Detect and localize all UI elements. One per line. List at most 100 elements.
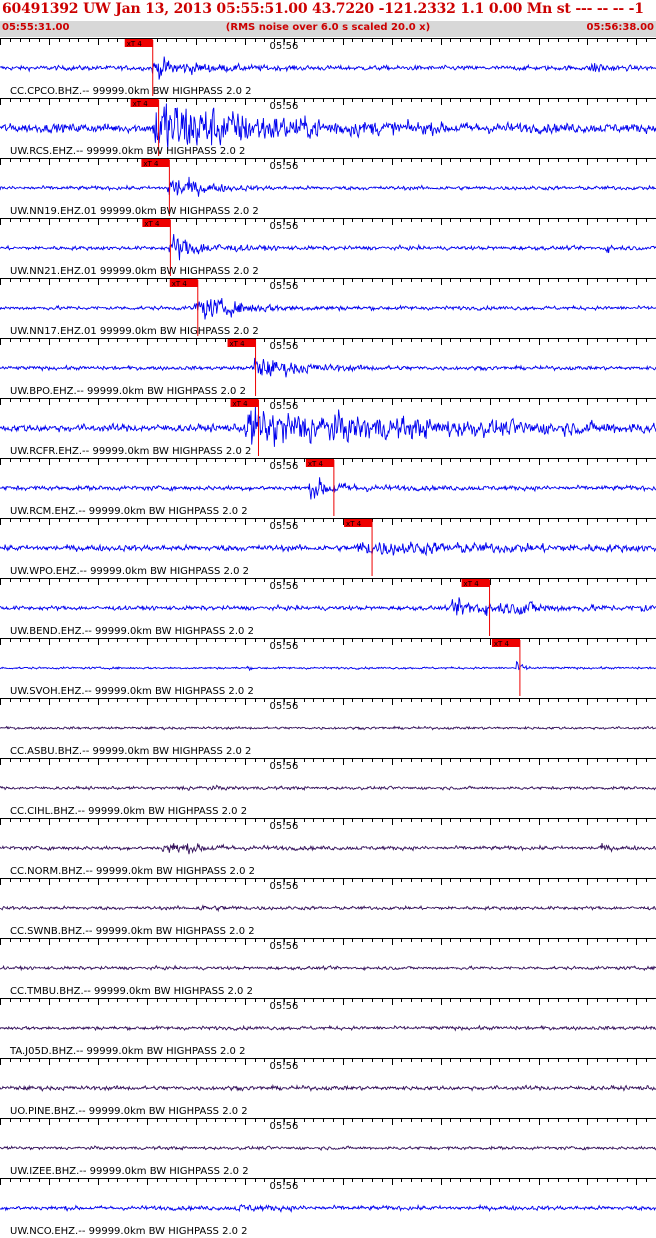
station-label: UO.PINE.BHZ.-- 99999.0km BW HIGHPASS 2.0…	[10, 1106, 248, 1117]
trace-row: 05:56 xT 4 UW.RCFR.EHZ.-- 99999.0km BW HIG…	[0, 398, 656, 457]
station-label: UW.WPO.EHZ.-- 99999.0km BW HIGHPASS 2.0 …	[10, 566, 249, 577]
waveform-trace	[0, 477, 656, 500]
minute-tick-label: 05:56	[270, 1001, 299, 1012]
station-label: UW.SVOH.EHZ.-- 99999.0km BW HIGHPASS 2.0…	[10, 686, 254, 697]
event-title: 60491392 UW Jan 13, 2013 05:55:51.00 43.…	[2, 1, 644, 17]
minute-tick-label: 05:56	[270, 101, 299, 112]
station-label: CC.NORM.BHZ.-- 99999.0km BW HIGHPASS 2.0…	[10, 866, 255, 877]
trace-row: 05:56 xT 4 UW.NN21.EHZ.01 99999.0km BW HIG…	[0, 218, 656, 277]
trace-row: 05:56 CC.ASBU.BHZ.-- 99999.0km BW HIGHPAS…	[0, 698, 656, 757]
minute-tick-label: 05:56	[270, 641, 299, 652]
station-label: TA.J05D.BHZ.-- 99999.0km BW HIGHPASS 2.0…	[9, 1046, 245, 1057]
waveform-trace	[0, 660, 656, 672]
minute-tick-label: 05:56	[270, 821, 299, 832]
station-label: UW.RCFR.EHZ.-- 99999.0km BW HIGHPASS 2.0…	[10, 446, 251, 457]
time-bar: (RMS noise over 6.0 s scaled 20.0 x) 05:…	[0, 21, 656, 37]
pick-marker-label: xT 4	[232, 400, 248, 408]
pick-marker-label: xT 4	[127, 40, 143, 48]
trace-row: 05:56 UW.IZEE.BHZ.-- 99999.0km BW HIGHPAS…	[0, 1118, 656, 1177]
station-label: UW.NN21.EHZ.01 99999.0km BW HIGHPASS 2.0…	[10, 266, 259, 277]
scaling-note: (RMS noise over 6.0 s scaled 20.0 x)	[225, 22, 431, 33]
minute-tick-label: 05:56	[270, 521, 299, 532]
minute-tick-label: 05:56	[270, 41, 299, 52]
station-label: UW.RCM.EHZ.-- 99999.0km BW HIGHPASS 2.0 …	[10, 506, 248, 517]
pick-marker-label: xT 4	[230, 340, 246, 348]
station-label: CC.SWNB.BHZ.-- 99999.0km BW HIGHPASS 2.0…	[10, 926, 255, 937]
station-label: UW.BPO.EHZ.-- 99999.0km BW HIGHPASS 2.0 …	[10, 386, 246, 397]
trace-row: 05:56 UW.NCO.EHZ.-- 99999.0km BW HIGHPASS…	[0, 1178, 656, 1237]
minute-tick-label: 05:56	[270, 881, 299, 892]
pick-marker-label: xT 4	[172, 280, 188, 288]
minute-tick-label: 05:56	[270, 281, 299, 292]
pick-marker-label: xT 4	[144, 220, 160, 228]
minute-tick-label: 05:56	[270, 1121, 299, 1132]
minute-tick-label: 05:56	[270, 1181, 299, 1192]
minute-tick-label: 05:56	[270, 581, 299, 592]
trace-row: 05:56 xT 4 UW.BEND.EHZ.-- 99999.0km BW HIG…	[0, 578, 656, 637]
trace-row: 05:56 UO.PINE.BHZ.-- 99999.0km BW HIGHPAS…	[0, 1058, 656, 1117]
event-header: 60491392 UW Jan 13, 2013 05:55:51.00 43.…	[0, 0, 656, 20]
station-label: UW.NCO.EHZ.-- 99999.0km BW HIGHPASS 2.0 …	[10, 1226, 248, 1237]
pick-marker-label: xT 4	[494, 640, 510, 648]
trace-row: 05:56 xT 4 UW.SVOH.EHZ.-- 99999.0km BW HIG…	[0, 638, 656, 697]
start-time: 05:55:31.00	[2, 22, 70, 33]
minute-tick-label: 05:56	[270, 1061, 299, 1072]
minute-tick-label: 05:56	[270, 341, 299, 352]
waveform-trace	[0, 1145, 656, 1152]
minute-tick-label: 05:56	[270, 401, 299, 412]
waveform-trace	[0, 103, 656, 150]
waveform-trace	[0, 725, 656, 731]
trace-row: 05:56 xT 4 CC.CPCO.BHZ.-- 99999.0km BW HIG…	[0, 38, 656, 97]
minute-tick-label: 05:56	[270, 941, 299, 952]
waveform-trace	[0, 406, 656, 447]
seismogram-svg: 05:56 xT 4 CC.CPCO.BHZ.-- 99999.0km BW HIG…	[0, 38, 656, 1237]
minute-tick-label: 05:56	[270, 161, 299, 172]
waveform-trace	[0, 1024, 656, 1032]
waveform-trace	[0, 1203, 656, 1213]
pick-marker-label: xT 4	[346, 520, 362, 528]
waveform-trace	[0, 298, 656, 320]
waveform-trace	[0, 597, 656, 617]
trace-row: 05:56 xT 4 UW.RCM.EHZ.-- 99999.0km BW HIGH…	[0, 458, 656, 517]
station-label: UW.NN19.EHZ.01 99999.0km BW HIGHPASS 2.0…	[10, 206, 259, 217]
trace-row: 05:56 TA.J05D.BHZ.-- 99999.0km BW HIGHPAS…	[0, 998, 656, 1057]
trace-row: 05:56 CC.SWNB.BHZ.-- 99999.0km BW HIGHPAS…	[0, 878, 656, 937]
minute-tick-label: 05:56	[270, 461, 299, 472]
trace-row: 05:56 CC.NORM.BHZ.-- 99999.0km BW HIGHPAS…	[0, 818, 656, 877]
waveform-trace	[0, 964, 656, 972]
minute-tick-label: 05:56	[270, 221, 299, 232]
station-label: UW.BEND.EHZ.-- 99999.0km BW HIGHPASS 2.0…	[10, 626, 254, 637]
station-label: UW.IZEE.BHZ.-- 99999.0km BW HIGHPASS 2.0…	[10, 1166, 249, 1177]
minute-tick-label: 05:56	[270, 761, 299, 772]
waveform-trace	[0, 176, 656, 197]
waveform-trace	[0, 357, 656, 378]
trace-row: 05:56 xT 4 UW.WPO.EHZ.-- 99999.0km BW HIGH…	[0, 518, 656, 577]
station-label: CC.CPCO.BHZ.-- 99999.0km BW HIGHPASS 2.0…	[10, 86, 252, 97]
trace-row: 05:56 CC.CIHL.BHZ.-- 99999.0km BW HIGHPAS…	[0, 758, 656, 817]
station-label: CC.TMBU.BHZ.-- 99999.0km BW HIGHPASS 2.0…	[10, 986, 253, 997]
waveform-trace	[0, 56, 656, 80]
helicorder-page: 60491392 UW Jan 13, 2013 05:55:51.00 43.…	[0, 0, 656, 1238]
waveform-trace	[0, 1083, 656, 1092]
waveform-trace	[0, 784, 656, 791]
station-label: UW.RCS.EHZ.-- 99999.0km BW HIGHPASS 2.0 …	[10, 146, 245, 157]
pick-marker-label: xT 4	[464, 580, 480, 588]
station-label: CC.CIHL.BHZ.-- 99999.0km BW HIGHPASS 2.0…	[10, 806, 247, 817]
waveform-trace	[0, 233, 656, 261]
pick-marker-label: xT 4	[143, 160, 159, 168]
waveform-trace	[0, 541, 656, 557]
minute-tick-label: 05:56	[270, 701, 299, 712]
seismogram-plot: 05:56 xT 4 CC.CPCO.BHZ.-- 99999.0km BW HIG…	[0, 38, 656, 1238]
trace-row: 05:56 xT 4 UW.BPO.EHZ.-- 99999.0km BW HIGH…	[0, 338, 656, 397]
end-time: 05:56:38.00	[586, 22, 654, 33]
waveform-trace	[0, 904, 656, 913]
pick-marker-label: xT 4	[308, 460, 324, 468]
trace-row: 05:56 xT 4 UW.NN19.EHZ.01 99999.0km BW HIG…	[0, 158, 656, 217]
station-label: UW.NN17.EHZ.01 99999.0km BW HIGHPASS 2.0…	[10, 326, 259, 337]
station-label: CC.ASBU.BHZ.-- 99999.0km BW HIGHPASS 2.0…	[10, 746, 251, 757]
pick-marker-label: xT 4	[133, 100, 149, 108]
trace-row: 05:56 xT 4 UW.NN17.EHZ.01 99999.0km BW HIG…	[0, 278, 656, 337]
trace-row: 05:56 xT 4 UW.RCS.EHZ.-- 99999.0km BW HIGH…	[0, 98, 656, 157]
waveform-trace	[0, 843, 656, 855]
trace-row: 05:56 CC.TMBU.BHZ.-- 99999.0km BW HIGHPAS…	[0, 938, 656, 997]
